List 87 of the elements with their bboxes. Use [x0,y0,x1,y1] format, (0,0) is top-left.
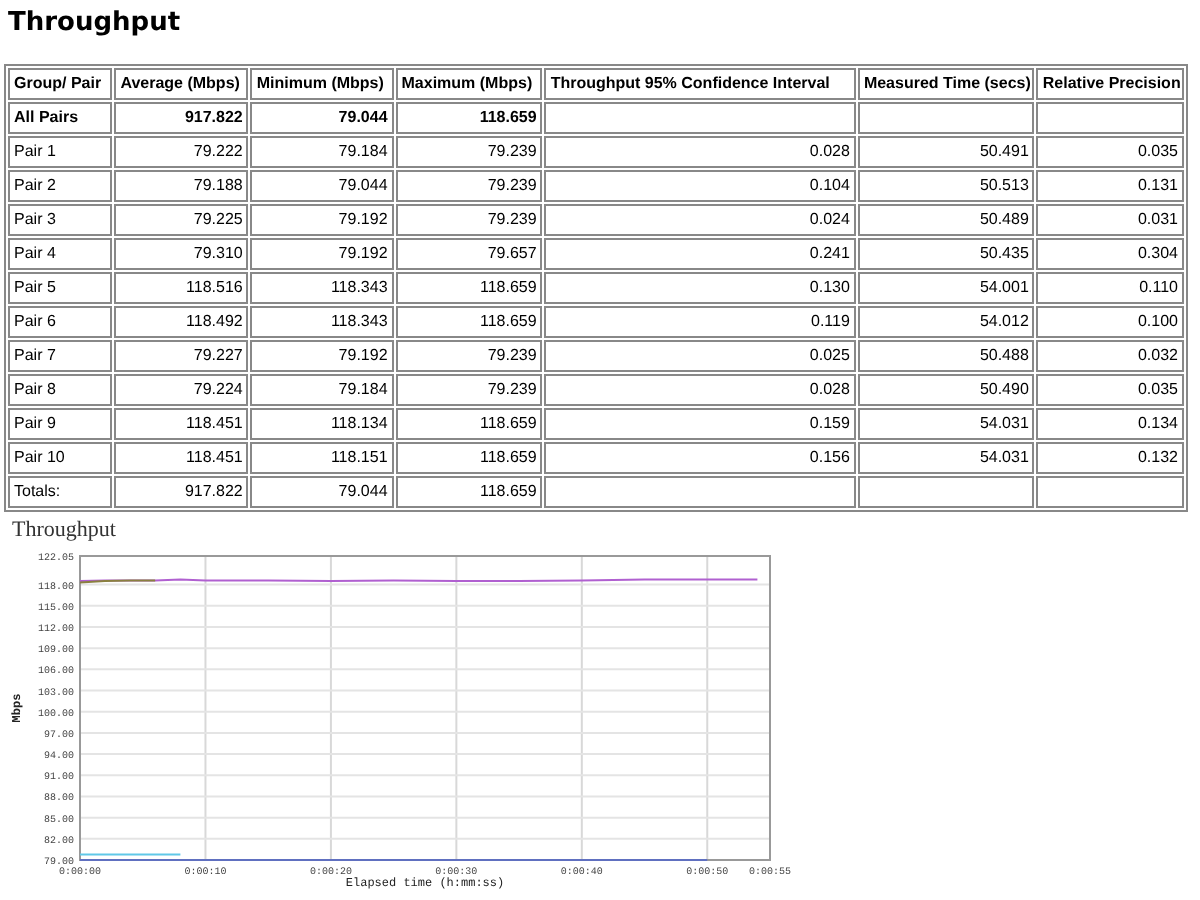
column-header: Maximum (Mbps) [395,68,543,100]
table-cell: 0.304 [1036,238,1184,270]
table-cell: 118.343 [250,272,394,304]
table-cell: 0.110 [1036,272,1184,304]
table-cell: 79.184 [250,136,394,168]
table-cell: 0.025 [544,340,856,372]
table-cell: 0.028 [544,136,856,168]
row-label: Pair 9 [8,408,113,440]
table-cell: 79.239 [395,170,543,202]
table-cell: 0.028 [544,374,856,406]
table-cell: 118.151 [250,442,394,474]
table-cell: 0.031 [1036,204,1184,236]
table-cell: 0.035 [1036,136,1184,168]
table-cell: 118.516 [114,272,249,304]
table-cell: 118.659 [395,408,543,440]
row-label: Pair 2 [8,170,113,202]
table-cell: 0.024 [544,204,856,236]
table-cell: 118.134 [250,408,394,440]
section-title: Throughput [8,10,183,36]
row-label: Totals: [8,476,113,508]
column-header: Group/ Pair [8,68,113,100]
row-label: Pair 4 [8,238,113,270]
table-cell: 79.225 [114,204,249,236]
table-cell: 79.310 [114,238,249,270]
row-label: Pair 5 [8,272,113,304]
table-cell: 0.104 [544,170,856,202]
table-cell: 54.012 [857,306,1035,338]
table-cell: 54.031 [857,442,1035,474]
table-cell: 79.239 [395,204,543,236]
column-header: Relative Precision [1036,68,1184,100]
row-label: Pair 7 [8,340,113,372]
table-cell: 79.044 [250,476,394,508]
table-cell: 79.044 [250,102,394,134]
column-header: Average (Mbps) [114,68,249,100]
table-cell: 118.659 [395,442,543,474]
table-cell: 79.184 [250,374,394,406]
table-cell: 79.188 [114,170,249,202]
table-cell: 79.044 [250,170,394,202]
table-cell: 118.492 [114,306,249,338]
chart-title: Throughput [12,520,116,542]
row-label: Pair 3 [8,204,113,236]
table-cell: 54.031 [857,408,1035,440]
table-cell: 0.035 [1036,374,1184,406]
table-cell: 0.241 [544,238,856,270]
table-cell: 0.119 [544,306,856,338]
table-cell: 79.192 [250,238,394,270]
table-cell: 0.132 [1036,442,1184,474]
table-cell: 50.490 [857,374,1035,406]
table-cell: 917.822 [114,476,249,508]
table-cell: 79.657 [395,238,543,270]
table-cell: 50.513 [857,170,1035,202]
table-cell: 54.001 [857,272,1035,304]
table-cell: 118.659 [395,306,543,338]
table-cell: 118.343 [250,306,394,338]
table-cell: 0.130 [544,272,856,304]
table-cell: 50.491 [857,136,1035,168]
row-label: Pair 10 [8,442,113,474]
table-cell: 118.659 [395,102,543,134]
table-cell: 79.192 [250,204,394,236]
column-header: Measured Time (secs) [857,68,1035,100]
table-cell: 917.822 [114,102,249,134]
column-header: Throughput 95% Confidence Interval [544,68,856,100]
table-cell: 79.192 [250,340,394,372]
table-cell: 0.134 [1036,408,1184,440]
row-label: Pair 6 [8,306,113,338]
table-cell: 79.239 [395,340,543,372]
row-label: Pair 1 [8,136,113,168]
table-cell: 118.659 [395,476,543,508]
table-cell: 0.100 [1036,306,1184,338]
table-cell: 50.435 [857,238,1035,270]
table-cell: 0.159 [544,408,856,440]
table-cell: 79.239 [395,136,543,168]
table-cell: 118.451 [114,442,249,474]
table-cell: 50.488 [857,340,1035,372]
table-cell: 79.239 [395,374,543,406]
table-cell: 0.032 [1036,340,1184,372]
table-cell: 118.659 [395,272,543,304]
table-cell: 79.224 [114,374,249,406]
table-cell: 79.222 [114,136,249,168]
row-label: Pair 8 [8,374,113,406]
table-cell: 0.156 [544,442,856,474]
table-cell: 0.131 [1036,170,1184,202]
table-cell: 118.451 [114,408,249,440]
table-cell: 79.227 [114,340,249,372]
column-header: Minimum (Mbps) [250,68,394,100]
row-label: All Pairs [8,102,113,134]
table-cell: 50.489 [857,204,1035,236]
